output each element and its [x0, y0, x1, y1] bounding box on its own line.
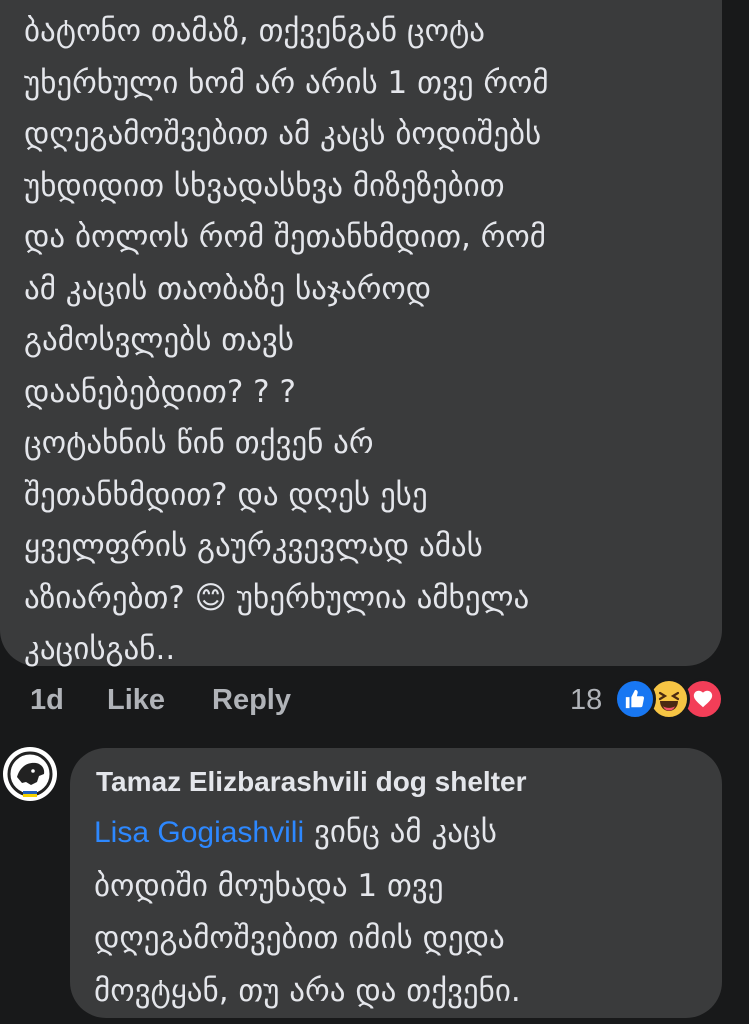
reply-line: დღეგამოშვებით იმის დედა — [94, 920, 505, 956]
dog-shelter-logo-icon — [4, 748, 56, 800]
reaction-count[interactable]: 18 — [570, 684, 602, 717]
mention-link[interactable]: Lisa Gogiashvili — [94, 816, 304, 849]
comment-line: ცოტახნის წინ თქვენ არ — [24, 425, 374, 461]
reply-line: მოვტყან, თუ არა და თქვენი. — [94, 972, 521, 1009]
comment-timestamp[interactable]: 1d — [30, 684, 64, 717]
comment-line: ყველფრის გაურკვევლად ამას — [24, 528, 483, 564]
like-button[interactable]: Like — [107, 684, 165, 717]
reply-line-rest: ვინც ამ კაცს — [304, 814, 497, 850]
comment-line: დღეგამოშვებით ამ კაცს ბოდიშებს — [24, 116, 542, 152]
comment-line: უხერხული ხომ არ არის 1 თვე რომ — [24, 64, 549, 101]
comment-line: შეთანხმდით? და დღეს ესე — [24, 476, 428, 513]
comment-line: ბატონო თამაზ, თქვენგან ცოტა — [24, 13, 486, 49]
comment-line: უხდიდით სხვადასხვა მიზეზებით — [24, 167, 505, 204]
comment-line: დაანებებდით? ? ? — [24, 373, 296, 410]
comment-line: ამ კაცის თაობაზე საჯაროდ — [24, 270, 432, 307]
reply-line: ბოდიში მოუხადა 1 თვე — [94, 867, 444, 904]
reply-text: Lisa Gogiashvili ვინც ამ კაცს ბოდიში მოუ… — [94, 806, 704, 1017]
comment-line: და ბოლოს რომ შეთანხმდით, რომ — [24, 219, 546, 255]
comment-line: გამოსვლებს თავს — [24, 322, 294, 358]
comment-text: ბატონო თამაზ, თქვენგან ცოტა უხერხული ხომ… — [24, 6, 714, 676]
like-icon — [614, 678, 656, 720]
comment-line: კაცისგან.. — [24, 631, 176, 667]
reply-button[interactable]: Reply — [212, 684, 291, 717]
reactions-summary[interactable] — [614, 676, 724, 720]
comment-bubble: ბატონო თამაზ, თქვენგან ცოტა უხერხული ხომ… — [0, 0, 722, 667]
avatar[interactable] — [3, 747, 57, 801]
reply-line: Lisa Gogiashvili ვინც ამ კაცს — [94, 806, 704, 860]
comment-author[interactable]: Tamaz Elizbarashvili dog shelter — [96, 766, 527, 798]
comment-line: აზიარებთ? 😊 უხერხულია ამხელა — [24, 579, 530, 616]
reply-bubble: Tamaz Elizbarashvili dog shelter Lisa Go… — [70, 748, 722, 1018]
